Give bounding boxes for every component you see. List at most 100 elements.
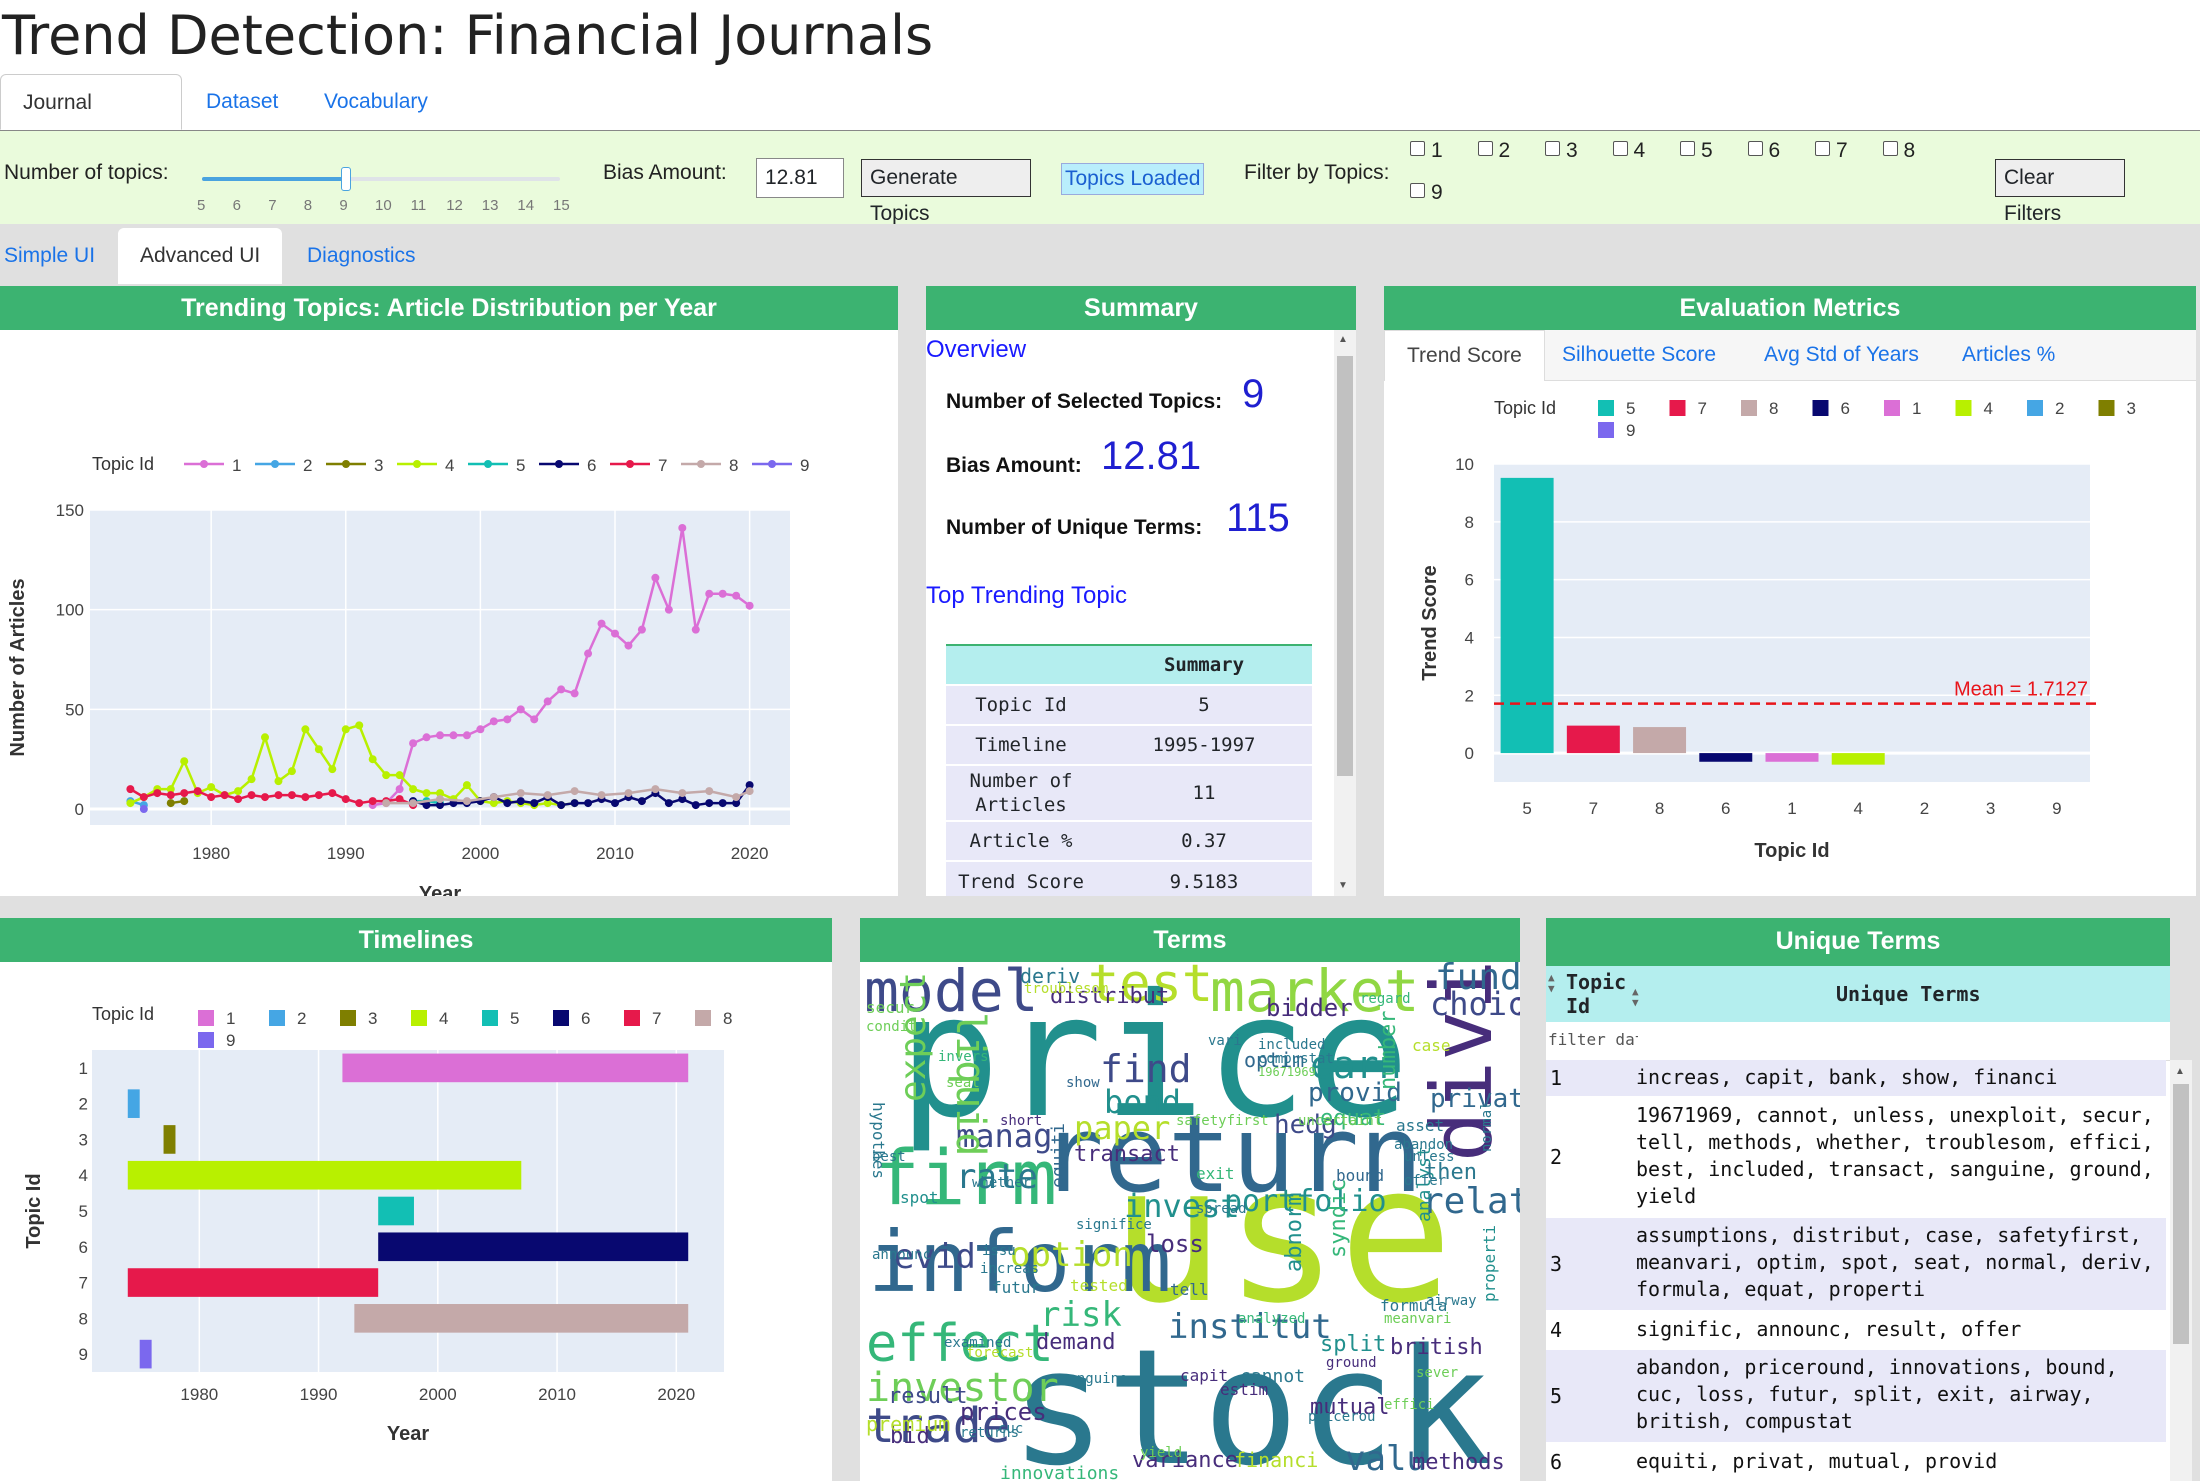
data-point[interactable] [234,787,243,796]
filter-checkbox-7[interactable]: 7 [1815,139,1848,163]
data-point[interactable] [220,791,229,800]
data-point[interactable] [301,793,310,802]
checkbox-icon[interactable] [1815,141,1830,156]
timeline-bar-4[interactable] [127,1160,522,1190]
filter-checkbox-6[interactable]: 6 [1747,139,1780,163]
legend-item-6[interactable]: 6 [1812,399,1850,418]
checkbox-icon[interactable] [1477,141,1493,156]
tab-simple-ui[interactable]: Simple UI [0,228,117,284]
data-point[interactable] [611,799,619,808]
data-point[interactable] [530,715,539,724]
timeline-bar-7[interactable] [127,1268,379,1297]
tab-silhouette-score[interactable]: Silhouette Score [1540,330,1738,380]
data-point[interactable] [678,523,687,532]
timeline-bar-9[interactable] [139,1339,152,1369]
bar-topic-5[interactable] [1500,477,1554,754]
data-point[interactable] [570,689,579,698]
data-point[interactable] [570,799,579,808]
data-point[interactable] [261,733,269,742]
legend-item-3[interactable]: 3 [2098,399,2136,418]
legend-item-2[interactable]: 2 [255,456,312,475]
legend-item-6[interactable]: 6 [553,1009,590,1028]
bar-topic-8[interactable] [1633,727,1687,754]
legend-item-9[interactable]: 9 [752,456,809,475]
tab-advanced-ui[interactable]: Advanced UI [118,228,283,284]
checkbox-icon[interactable] [1680,141,1695,156]
data-point[interactable] [328,765,337,774]
data-point[interactable] [247,791,256,800]
filter-input[interactable]: filter data... [1548,1030,1638,1052]
scrollbar-thumb[interactable] [1337,356,1353,776]
legend-item-4[interactable]: 4 [397,456,454,475]
tab-journal-trends[interactable]: Journal Trends [0,74,182,170]
data-point[interactable] [624,641,633,650]
data-point[interactable] [409,799,418,808]
data-point[interactable] [328,789,337,798]
data-point[interactable] [368,797,377,806]
data-point[interactable] [274,777,283,786]
checkbox-icon[interactable] [1545,141,1560,156]
filter-checkbox-2[interactable]: 2 [1477,139,1510,163]
tab-articles-percent[interactable]: Articles % [1940,330,2077,380]
legend-item-1[interactable]: 1 [184,456,241,475]
filter-checkbox-5[interactable]: 5 [1680,139,1713,163]
legend-item-9[interactable]: 9 [1598,421,1635,440]
legend-item-5[interactable]: 5 [482,1009,519,1028]
timeline-bar-2[interactable] [127,1089,140,1118]
checkbox-icon[interactable] [1612,141,1628,156]
legend-item-7[interactable]: 7 [624,1009,661,1028]
legend-item-5[interactable]: 5 [468,456,525,475]
timelines-chart[interactable]: 1980 1990 2000 2010 2020 1 2 3 4 5 6 7 8 9 Year Topic I… [0,962,832,1481]
data-point[interactable] [153,789,162,798]
data-point[interactable] [139,793,148,802]
data-point[interactable] [516,797,525,806]
data-point[interactable] [166,799,175,808]
data-point[interactable] [301,725,310,734]
trend-score-bar-chart[interactable]: 0 2 4 6 8 10 5 7 8 6 1 4 2 3 9 Mean = 1.7127 Topic Id Tre… [1384,380,2196,896]
bias-input[interactable]: 12.81 [756,158,844,198]
legend-item-8[interactable]: 8 [681,456,738,475]
data-point[interactable] [395,771,404,780]
bar-topic-7[interactable] [1566,725,1620,754]
data-point[interactable] [543,791,552,800]
data-point[interactable] [691,625,700,634]
data-point[interactable] [247,775,256,784]
data-point[interactable] [287,791,296,800]
unique-terms-scrollbar[interactable]: ▲ [2170,1060,2192,1481]
timeline-bar-6[interactable] [378,1232,689,1262]
legend-item-2[interactable]: 2 [269,1009,306,1028]
scroll-up-icon[interactable]: ▲ [2175,1066,2185,1077]
data-point[interactable] [557,801,566,810]
data-point[interactable] [705,799,714,808]
filter-checkbox-1[interactable]: 1 [1410,139,1443,163]
num-topics-slider[interactable] [202,167,560,191]
filter-checkbox-8[interactable]: 8 [1882,139,1915,163]
legend-item-9[interactable]: 9 [198,1031,235,1050]
data-point[interactable] [462,781,471,790]
scroll-down-icon[interactable]: ▼ [1338,880,1348,891]
data-point[interactable] [584,649,593,658]
bar-topic-1[interactable] [1765,753,1819,762]
checkbox-icon[interactable] [1747,141,1763,156]
data-point[interactable] [745,601,754,610]
tab-diagnostics[interactable]: Diagnostics [285,228,438,284]
overview-link[interactable]: Overview [926,336,1026,364]
data-point[interactable] [341,795,350,804]
timeline-bar-5[interactable] [378,1196,414,1226]
data-point[interactable] [462,797,471,806]
tab-avg-std-years[interactable]: Avg Std of Years [1742,330,1941,380]
data-point[interactable] [705,787,714,796]
data-point[interactable] [584,799,593,808]
data-point[interactable] [651,785,660,794]
legend-item-8[interactable]: 8 [1741,399,1778,418]
data-point[interactable] [516,789,525,798]
summary-scrollbar[interactable]: ▲ ▼ [1334,330,1356,896]
data-point[interactable] [718,589,727,598]
data-point[interactable] [462,731,471,740]
sort-icon[interactable]: ▲ ▼ [1632,986,1639,1008]
tab-dataset[interactable]: Dataset [184,74,300,130]
bar-topic-4[interactable] [1831,753,1885,765]
filter-checkbox-4[interactable]: 4 [1612,139,1645,163]
data-point[interactable] [664,605,673,614]
data-point[interactable] [314,745,323,754]
